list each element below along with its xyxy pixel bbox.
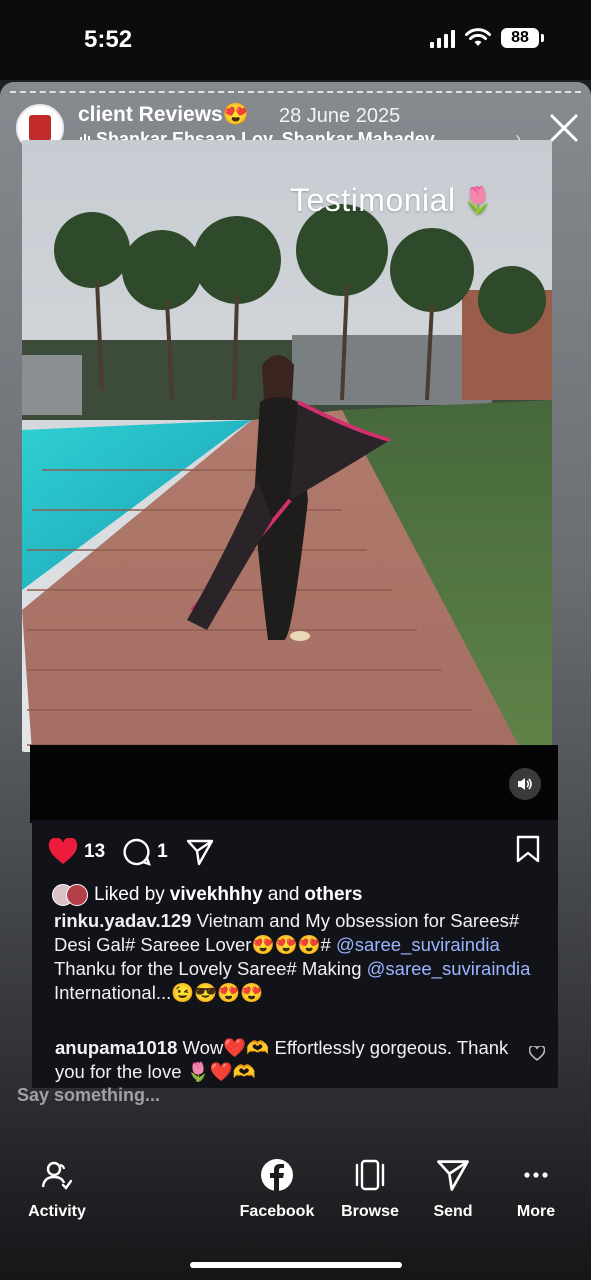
home-indicator[interactable] [190,1262,402,1268]
comment-username[interactable]: anupama1018 [55,1037,177,1058]
liker-avatar [66,884,88,906]
comment-icon[interactable] [123,838,152,866]
status-bar: 5:52 88 [0,0,591,80]
heart-filled-icon[interactable] [48,838,78,866]
story-progress-bar [10,91,581,93]
facebook-label: Facebook [239,1203,315,1220]
more-label: More [516,1203,556,1220]
post-caption: rinku.yadav.129 Vietnam and My obsession… [54,909,544,1005]
bookmark-icon[interactable] [515,835,541,863]
post-actions: 13 1 [48,838,214,866]
cellular-signal-icon [430,28,455,48]
caption-text-2: Thanku for the Lovely Saree# Making [54,958,362,979]
comment-count: 1 [157,841,168,862]
like-count: 13 [84,841,106,862]
share-icon[interactable] [186,838,214,866]
testimonial-text: Testimonial [290,182,456,218]
more-button[interactable]: More [491,1155,581,1221]
activity-label: Activity [28,1203,86,1220]
top-comment: anupama1018 Wow❤️🫶 Effortlessly gorgeous… [55,1036,525,1084]
facebook-icon [261,1159,293,1191]
bottom-action-bar: Activity Facebook Browse Send More [0,1155,591,1235]
caption-mention-1[interactable]: @saree_suviraindia [336,934,500,955]
activity-button[interactable]: Activity [12,1155,102,1221]
send-button[interactable]: Send [408,1155,498,1221]
facebook-button[interactable]: Facebook [232,1155,322,1221]
liked-by-prefix: Liked by [94,884,165,905]
battery-indicator: 88 [501,28,544,48]
story-title[interactable]: client Reviews😍 [78,103,249,127]
more-icon [524,1172,548,1178]
caption-text-3: International...😉😎😍😍 [54,982,264,1003]
browse-label: Browse [341,1203,399,1220]
liked-by-and: and [267,884,300,905]
browse-icon [355,1159,385,1191]
liked-by-user[interactable]: vivekhhhy [170,884,263,906]
comment-like-icon[interactable] [529,1046,545,1061]
status-icons: 88 [430,28,544,48]
status-time: 5:52 [84,26,133,53]
video-bar [30,745,558,823]
tulip-emoji: 🌷 [461,185,495,215]
story-date: 28 June 2025 [279,105,401,127]
liked-by-row[interactable]: Liked by vivekhhhy and others [52,884,363,906]
liked-by-others[interactable]: others [304,884,362,906]
browse-button[interactable]: Browse [325,1155,415,1221]
activity-icon [41,1161,73,1190]
reply-input[interactable]: Say something... [17,1085,160,1106]
testimonial-overlay: Testimonial 🌷 [290,182,494,219]
caption-mention-2[interactable]: @saree_suviraindia [367,958,531,979]
volume-icon[interactable] [509,768,541,800]
wifi-icon [465,28,491,46]
send-label: Send [433,1203,473,1220]
send-icon [437,1160,469,1191]
caption-username[interactable]: rinku.yadav.129 [54,910,191,931]
story-photo [22,140,552,752]
